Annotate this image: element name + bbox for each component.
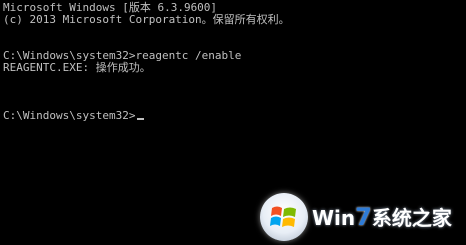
watermark-site-name: 系统之家 (371, 206, 452, 230)
console-line-prompt[interactable]: C:\Windows\system32> (3, 109, 145, 122)
command-prompt-window[interactable]: Microsoft Windows [版本 6.3.9600] (c) 2013… (0, 0, 466, 245)
text-cursor (137, 118, 145, 120)
watermark-win: Win (312, 206, 356, 230)
console-line-copyright: (c) 2013 Microsoft Corporation。保留所有权利。 (3, 13, 290, 26)
site-watermark: Win7系统之家 (260, 193, 460, 241)
watermark-text: Win7系统之家 (312, 205, 452, 230)
windows-flag-icon (260, 193, 308, 241)
watermark-seven: 7 (355, 203, 372, 231)
console-line-result: REAGENTC.EXE: 操作成功。 (3, 61, 151, 74)
prompt-text: C:\Windows\system32> (3, 109, 136, 122)
